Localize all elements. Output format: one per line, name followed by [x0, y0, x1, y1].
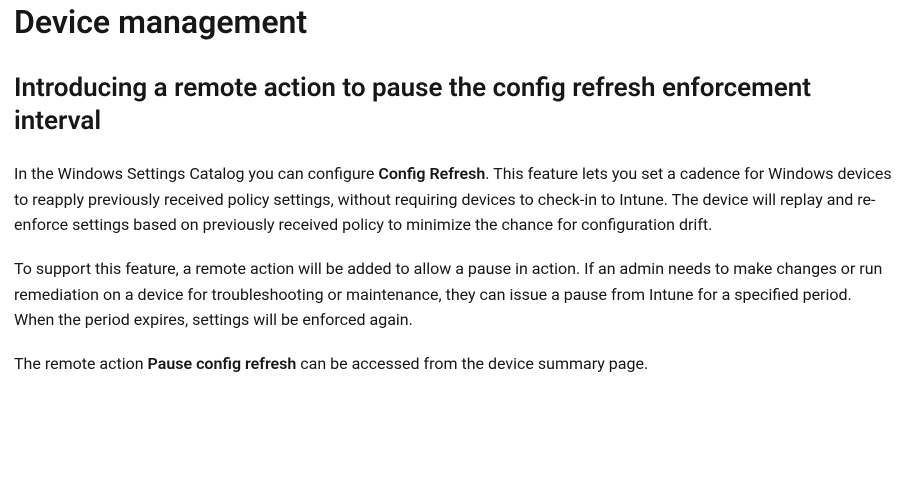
para3-text-before: The remote action — [14, 354, 148, 373]
page-heading: Device management — [14, 2, 894, 44]
paragraph-3: The remote action Pause config refresh c… — [14, 351, 894, 377]
para3-text-after: can be accessed from the device summary … — [296, 354, 648, 373]
para1-bold-config-refresh: Config Refresh — [378, 164, 485, 183]
paragraph-2: To support this feature, a remote action… — [14, 256, 894, 333]
para3-bold-pause-config-refresh: Pause config refresh — [148, 354, 297, 373]
section-subheading: Introducing a remote action to pause the… — [14, 72, 894, 140]
para1-text-before: In the Windows Settings Catalog you can … — [14, 164, 378, 183]
paragraph-1: In the Windows Settings Catalog you can … — [14, 161, 894, 238]
